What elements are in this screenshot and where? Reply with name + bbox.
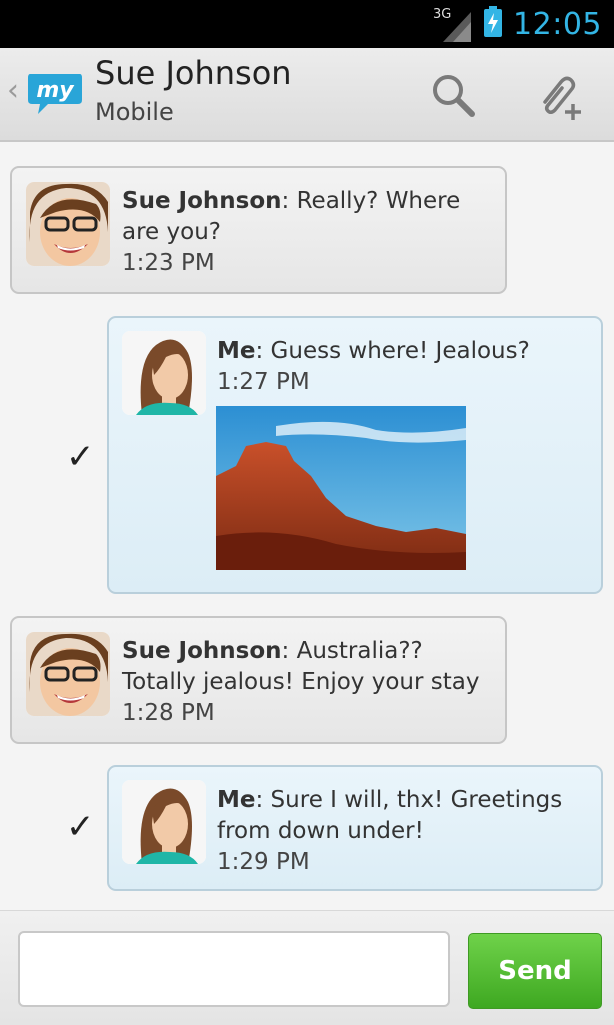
app-logo[interactable]: my xyxy=(26,70,84,120)
contact-subtitle: Mobile xyxy=(95,98,174,126)
attach-icon[interactable] xyxy=(535,72,585,126)
signal-icon: 3G xyxy=(433,4,473,44)
message-sender: Sue Johnson xyxy=(122,638,282,664)
sue-avatar xyxy=(26,182,110,266)
message-sender: Me xyxy=(217,338,256,364)
message-time: 1:29 PM xyxy=(217,849,310,875)
message-bubble-outgoing[interactable]: Me: Guess where! Jealous? 1:27 PM xyxy=(107,316,603,594)
message-sender: Sue Johnson xyxy=(122,188,282,214)
status-bar: 3G 12:05 xyxy=(0,0,614,48)
action-bar: ‹ my Sue Johnson Mobile xyxy=(0,48,614,142)
contact-name: Sue Johnson xyxy=(95,54,292,92)
message-bubble-incoming[interactable]: Sue Johnson: Really? Where are you? 1:23… xyxy=(10,166,507,294)
search-icon[interactable] xyxy=(430,72,476,122)
message-text: : Guess where! Jealous? xyxy=(255,338,530,364)
me-avatar xyxy=(122,780,206,864)
attached-photo[interactable] xyxy=(216,406,466,570)
message-time: 1:27 PM xyxy=(217,369,310,395)
message-bubble-outgoing[interactable]: Me: Sure I will, thx! Greetings from dow… xyxy=(107,765,603,891)
sue-avatar xyxy=(26,632,110,716)
message-bubble-incoming[interactable]: Sue Johnson: Australia?? Totally jealous… xyxy=(10,616,507,744)
status-clock: 12:05 xyxy=(513,6,602,42)
me-avatar xyxy=(122,331,206,415)
send-button[interactable]: Send xyxy=(468,933,602,1009)
message-time: 1:23 PM xyxy=(122,250,215,276)
message-text: : Sure I will, thx! Greetings from down … xyxy=(217,787,563,844)
message-sender: Me xyxy=(217,787,256,813)
message-composer: Send xyxy=(0,910,614,1025)
delivered-check-icon: ✓ xyxy=(66,807,95,847)
logo-text: my xyxy=(36,78,75,103)
delivered-check-icon: ✓ xyxy=(66,437,95,477)
message-input[interactable] xyxy=(18,931,450,1007)
battery-icon xyxy=(483,6,503,42)
back-chevron-icon[interactable]: ‹ xyxy=(7,76,19,106)
message-time: 1:28 PM xyxy=(122,700,215,726)
